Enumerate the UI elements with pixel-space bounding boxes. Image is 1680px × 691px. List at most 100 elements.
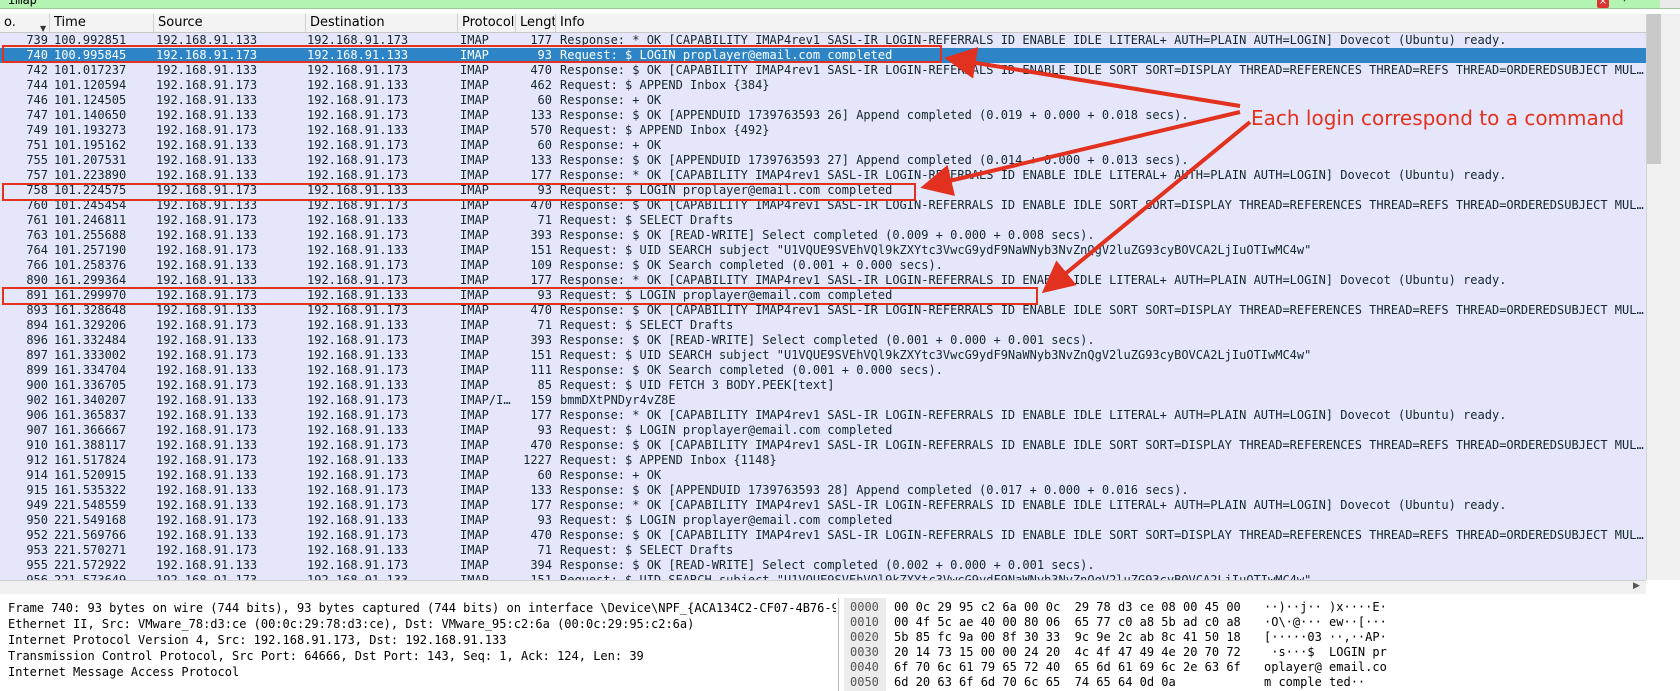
packet-protocol: IMAP xyxy=(460,483,489,497)
scroll-right-icon[interactable]: ▶ xyxy=(1633,581,1640,591)
column-header-info[interactable]: Info xyxy=(556,14,1646,32)
packet-destination: 192.168.91.173 xyxy=(307,93,409,107)
packet-no: 953 xyxy=(26,543,48,557)
detail-line[interactable]: Internet Message Access Protocol xyxy=(8,664,836,680)
packet-source: 192.168.91.173 xyxy=(156,123,258,137)
packet-source: 192.168.91.173 xyxy=(156,543,258,557)
packet-protocol: IMAP xyxy=(460,303,489,317)
packet-protocol: IMAP xyxy=(460,348,489,362)
scrollbar-thumb[interactable] xyxy=(1647,14,1661,164)
packet-info: Response: $ OK [CAPABILITY IMAP4rev1 SAS… xyxy=(560,438,1644,452)
packet-no: 890 xyxy=(26,273,48,287)
packet-details-pane[interactable]: Frame 740: 93 bytes on wire (744 bits), … xyxy=(0,598,839,691)
packet-length: 393 xyxy=(530,333,552,347)
packet-row[interactable]: 952 221.569766 192.168.91.133 192.168.91.17… xyxy=(0,528,1646,543)
packet-source: 192.168.91.173 xyxy=(156,378,258,392)
packet-length: 393 xyxy=(530,228,552,242)
byte-hex: 5b 85 fc 9a 00 8f 30 33 9c 9e 2c ab 8c 4… xyxy=(894,630,1241,644)
column-header-protocol[interactable]: Protocol xyxy=(458,14,516,32)
byte-ascii: [·····03 ··,··AP· xyxy=(1264,630,1387,644)
clear-filter-icon[interactable]: × xyxy=(1597,0,1609,8)
packet-row[interactable]: 910 161.388117 192.168.91.133 192.168.91.17… xyxy=(0,438,1646,453)
packet-protocol: IMAP xyxy=(460,513,489,527)
column-header-length[interactable]: Length xyxy=(516,14,556,32)
packet-length: 60 xyxy=(537,138,552,152)
packet-row[interactable]: 757 101.223890 192.168.91.133 192.168.91.17… xyxy=(0,168,1646,183)
byte-offset: 0020 xyxy=(850,630,879,644)
packet-list-horizontal-scrollbar[interactable]: ▶ xyxy=(0,580,1646,594)
packet-row[interactable]: 897 161.333002 192.168.91.173 192.168.91.13… xyxy=(0,348,1646,363)
expand-toggle-icon[interactable] xyxy=(0,616,6,632)
packet-row[interactable]: 902 161.340207 192.168.91.133 192.168.91.17… xyxy=(0,393,1646,408)
packet-destination: 192.168.91.133 xyxy=(307,543,409,557)
display-filter-bar[interactable]: imap × ▾ xyxy=(0,0,1680,9)
packet-row[interactable]: 915 161.535322 192.168.91.133 192.168.91.17… xyxy=(0,483,1646,498)
packet-row[interactable]: 890 161.299364 192.168.91.133 192.168.91.17… xyxy=(0,273,1646,288)
packet-row[interactable]: 742 101.017237 192.168.91.133 192.168.91.17… xyxy=(0,63,1646,78)
packet-protocol: IMAP xyxy=(460,438,489,452)
packet-row[interactable]: 894 161.329206 192.168.91.173 192.168.91.13… xyxy=(0,318,1646,333)
packet-info: bmmDXtPNDyr4vZ8E xyxy=(560,393,676,407)
packet-info: Response: $ OK [APPENDUID 1739763593 28]… xyxy=(560,483,1189,497)
packet-time: 101.255688 xyxy=(54,228,127,242)
packet-row[interactable]: 766 101.258376 192.168.91.133 192.168.91.17… xyxy=(0,258,1646,273)
packet-info: Response: * OK [CAPABILITY IMAP4rev1 SAS… xyxy=(560,408,1507,422)
packet-row[interactable]: 751 101.195162 192.168.91.133 192.168.91.17… xyxy=(0,138,1646,153)
packet-protocol: IMAP xyxy=(460,243,489,257)
expand-toggle-icon[interactable] xyxy=(0,632,6,648)
packet-destination: 192.168.91.173 xyxy=(307,258,409,272)
packet-row[interactable]: 956 221.573649 192.168.91.173 192.168.91.13… xyxy=(0,573,1646,580)
packet-list-vertical-scrollbar[interactable] xyxy=(1646,14,1680,580)
packet-row[interactable]: 899 161.334704 192.168.91.133 192.168.91.17… xyxy=(0,363,1646,378)
packet-time: 161.336705 xyxy=(54,378,127,392)
expand-toggle-icon[interactable] xyxy=(0,648,6,664)
packet-row[interactable]: 744 101.120594 192.168.91.173 192.168.91.13… xyxy=(0,78,1646,93)
packet-protocol: IMAP xyxy=(460,573,489,580)
detail-line[interactable]: Internet Protocol Version 4, Src: 192.16… xyxy=(8,632,836,648)
expand-toggle-icon[interactable] xyxy=(0,664,6,680)
packet-time: 101.258376 xyxy=(54,258,127,272)
packet-row[interactable]: 900 161.336705 192.168.91.173 192.168.91.13… xyxy=(0,378,1646,393)
packet-bytes-pane[interactable]: 0000 00 0c 29 95 c2 6a 00 0c 29 78 d3 ce … xyxy=(844,598,1680,691)
column-header-time[interactable]: Time xyxy=(50,14,154,32)
packet-row[interactable]: 893 161.328648 192.168.91.133 192.168.91.17… xyxy=(0,303,1646,318)
column-header-destination[interactable]: Destination xyxy=(306,14,458,32)
expand-toggle-icon[interactable] xyxy=(0,600,6,616)
packet-row[interactable]: 950 221.549168 192.168.91.173 192.168.91.13… xyxy=(0,513,1646,528)
packet-destination: 192.168.91.173 xyxy=(307,228,409,242)
filter-apply-area[interactable] xyxy=(1660,0,1680,8)
packet-row[interactable]: 949 221.548559 192.168.91.133 192.168.91.17… xyxy=(0,498,1646,513)
packet-row[interactable]: 755 101.207531 192.168.91.133 192.168.91.17… xyxy=(0,153,1646,168)
packet-destination: 192.168.91.133 xyxy=(307,318,409,332)
column-header-no[interactable]: o. ▼ xyxy=(0,14,50,32)
packet-source: 192.168.91.173 xyxy=(156,243,258,257)
packet-no: 746 xyxy=(26,93,48,107)
packet-row[interactable]: 907 161.366667 192.168.91.173 192.168.91.13… xyxy=(0,423,1646,438)
packet-time: 161.334704 xyxy=(54,363,127,377)
packet-row[interactable]: 763 101.255688 192.168.91.133 192.168.91.17… xyxy=(0,228,1646,243)
packet-row[interactable]: 764 101.257190 192.168.91.173 192.168.91.13… xyxy=(0,243,1646,258)
packet-source: 192.168.91.133 xyxy=(156,408,258,422)
packet-row[interactable]: 953 221.570271 192.168.91.173 192.168.91.13… xyxy=(0,543,1646,558)
packet-row[interactable]: 896 161.332484 192.168.91.133 192.168.91.17… xyxy=(0,333,1646,348)
packet-row[interactable]: 912 161.517824 192.168.91.173 192.168.91.13… xyxy=(0,453,1646,468)
packet-destination: 192.168.91.173 xyxy=(307,168,409,182)
packet-length: 133 xyxy=(530,483,552,497)
packet-protocol: IMAP xyxy=(460,63,489,77)
column-header-source[interactable]: Source xyxy=(154,14,306,32)
detail-line[interactable]: Frame 740: 93 bytes on wire (744 bits), … xyxy=(8,600,836,616)
display-filter-input[interactable]: imap xyxy=(8,0,37,7)
packet-row[interactable]: 955 221.572922 192.168.91.133 192.168.91.17… xyxy=(0,558,1646,573)
packet-row[interactable]: 906 161.365837 192.168.91.133 192.168.91.17… xyxy=(0,408,1646,423)
detail-line[interactable]: Transmission Control Protocol, Src Port:… xyxy=(8,648,836,664)
detail-line[interactable]: Ethernet II, Src: VMware_78:d3:ce (00:0c… xyxy=(8,616,836,632)
packet-destination: 192.168.91.133 xyxy=(307,513,409,527)
packet-info: Response: $ OK [APPENDUID 1739763593 27]… xyxy=(560,153,1189,167)
packet-row[interactable]: 761 101.246811 192.168.91.173 192.168.91.13… xyxy=(0,213,1646,228)
highlight-box-login-891 xyxy=(2,287,1038,305)
packet-row[interactable]: 914 161.520915 192.168.91.133 192.168.91.17… xyxy=(0,468,1646,483)
packet-time: 101.124505 xyxy=(54,93,127,107)
packet-protocol: IMAP xyxy=(460,168,489,182)
filter-dropdown-icon[interactable]: ▾ xyxy=(1622,0,1627,5)
packet-length: 470 xyxy=(530,63,552,77)
